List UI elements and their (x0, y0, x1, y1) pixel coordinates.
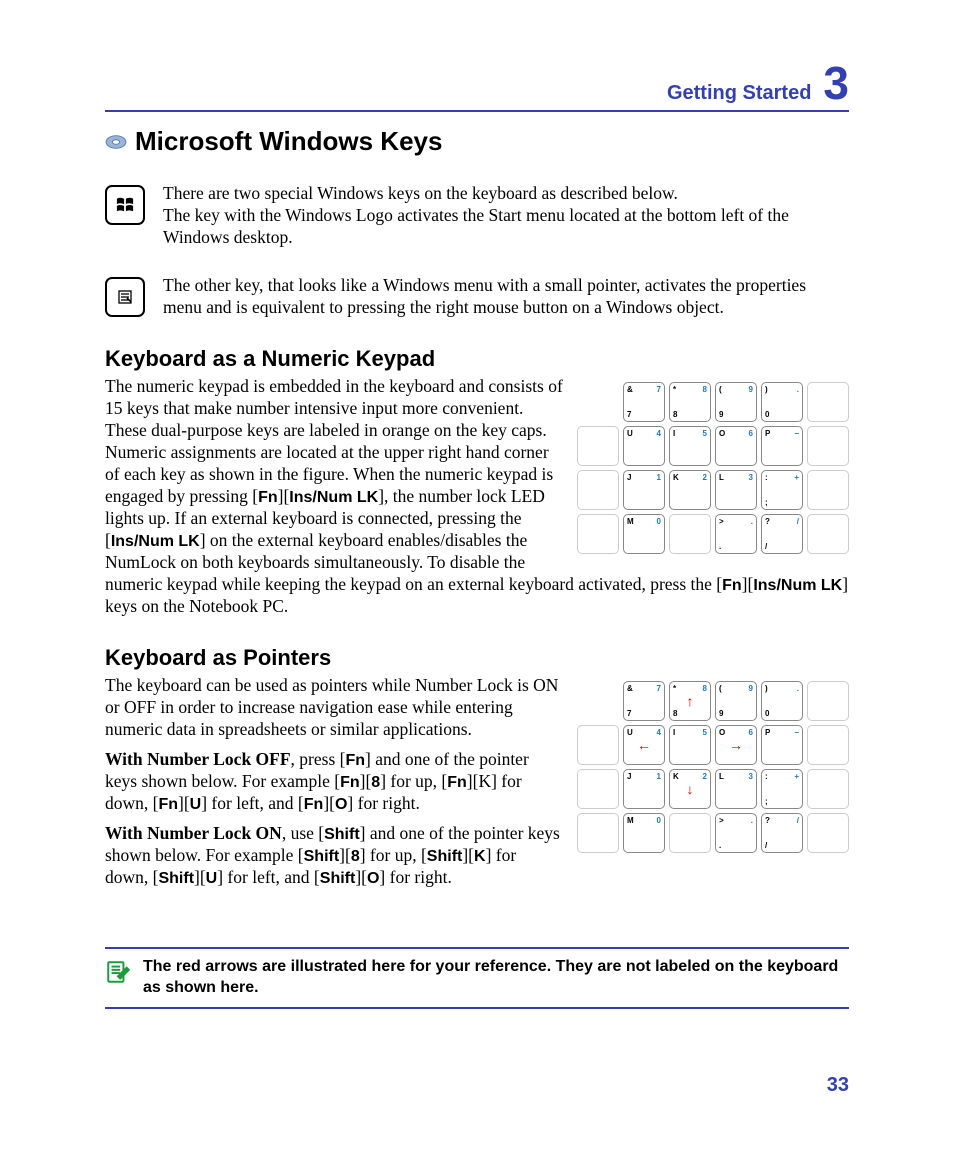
note-box: The red arrows are illustrated here for … (105, 947, 849, 1009)
context-menu-key-icon (105, 277, 145, 317)
numpad-figure: &77*88(99).0U4I5O6P−J1K2L3:+;M0>..?// (577, 382, 849, 554)
section-title-winkeys: Microsoft Windows Keys (135, 126, 442, 157)
keypad-key-blank (577, 725, 619, 765)
keypad-key: K2 (669, 470, 711, 510)
keypad-row: U4←I5O6→P− (577, 725, 849, 765)
winkey-menu-block: The other key, that looks like a Windows… (105, 275, 849, 327)
keypad-key-blank (807, 725, 849, 765)
keypad-key: M0 (623, 514, 665, 554)
keypad-row: U4I5O6P− (577, 426, 849, 466)
keypad-row: &77*88↑(99).0 (577, 681, 849, 721)
keypad-key: O6→ (715, 725, 757, 765)
note-text: The red arrows are illustrated here for … (143, 957, 849, 999)
keypad-row: J1K2↓L3:+; (577, 769, 849, 809)
keypad-row: J1K2L3:+; (577, 470, 849, 510)
arrow-icon: ↓ (687, 781, 694, 797)
keypad-key: >.. (715, 813, 757, 853)
keypad-key: *88↑ (669, 681, 711, 721)
keypad-key: K2↓ (669, 769, 711, 809)
keypad-key-blank (577, 514, 619, 554)
keypad-key-blank (577, 813, 619, 853)
keypad-key: M0 (623, 813, 665, 853)
numpad-section: &77*88(99).0U4I5O6P−J1K2L3:+;M0>..?// Th… (105, 376, 849, 625)
keypad-key: *88 (669, 382, 711, 422)
keypad-key-blank (807, 382, 849, 422)
keypad-key: ).0 (761, 681, 803, 721)
keypad-key: >.. (715, 514, 757, 554)
keypad-key: :+; (761, 470, 803, 510)
keypad-key-blank (807, 470, 849, 510)
pointers-section: &77*88↑(99).0U4←I5O6→P−J1K2↓L3:+;M0>..?/… (105, 675, 849, 897)
keypad-key: P− (761, 426, 803, 466)
keypad-key-blank (669, 813, 711, 853)
header-title: Getting Started (667, 82, 811, 105)
keypad-key: I5 (669, 426, 711, 466)
winkey-menu-text: The other key, that looks like a Windows… (163, 275, 849, 319)
keypad-row: M0 >..?// (577, 813, 849, 853)
keypad-row: &77*88(99).0 (577, 382, 849, 422)
keypad-key: J1 (623, 470, 665, 510)
arrow-icon: ← (637, 737, 651, 753)
section-title-numpad: Keyboard as a Numeric Keypad (105, 346, 849, 372)
disc-icon (105, 133, 127, 151)
keypad-key-blank (807, 769, 849, 809)
pointers-figure: &77*88↑(99).0U4←I5O6→P−J1K2↓L3:+;M0>..?/… (577, 681, 849, 853)
section-winkeys-heading: Microsoft Windows Keys (105, 126, 849, 157)
keypad-key: J1 (623, 769, 665, 809)
keypad-key: L3 (715, 470, 757, 510)
keypad-key-blank (577, 769, 619, 809)
keypad-row: M0 >..?// (577, 514, 849, 554)
keypad-key: ?// (761, 813, 803, 853)
page-header: Getting Started 3 (105, 60, 849, 112)
keypad-key-blank (807, 681, 849, 721)
arrow-icon: → (729, 737, 743, 753)
keypad-key-blank (807, 813, 849, 853)
page: Getting Started 3 Microsoft Windows Keys… (0, 0, 954, 1149)
keypad-key-blank (669, 514, 711, 554)
chapter-number: 3 (823, 60, 849, 106)
keypad-key: :+; (761, 769, 803, 809)
keypad-key: I5 (669, 725, 711, 765)
keypad-key-blank (577, 470, 619, 510)
winkey-logo-text: There are two special Windows keys on th… (163, 183, 849, 249)
keypad-key: ).0 (761, 382, 803, 422)
keypad-key: L3 (715, 769, 757, 809)
winkey-logo-block: There are two special Windows keys on th… (105, 183, 849, 257)
windows-logo-key-icon (105, 185, 145, 225)
keypad-key-blank (807, 514, 849, 554)
keypad-key-blank (577, 426, 619, 466)
keypad-key: ?// (761, 514, 803, 554)
keypad-key: &77 (623, 681, 665, 721)
page-number: 33 (827, 1074, 849, 1097)
keypad-key: (99 (715, 681, 757, 721)
keypad-key: (99 (715, 382, 757, 422)
arrow-icon: ↑ (687, 693, 694, 709)
note-icon (105, 959, 131, 990)
keypad-key: U4 (623, 426, 665, 466)
keypad-key: O6 (715, 426, 757, 466)
keypad-key: U4← (623, 725, 665, 765)
keypad-key: P− (761, 725, 803, 765)
keypad-key-blank (807, 426, 849, 466)
section-title-pointers: Keyboard as Pointers (105, 645, 849, 671)
keypad-key: &77 (623, 382, 665, 422)
